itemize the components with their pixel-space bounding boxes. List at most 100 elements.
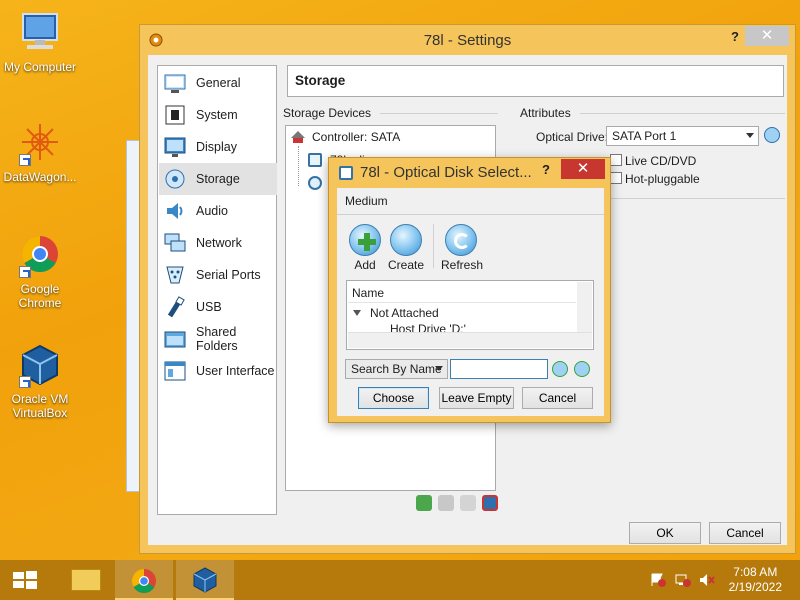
file-explorer-icon [71,569,101,591]
taskbar-chrome[interactable] [115,560,173,600]
help-button[interactable]: ? [731,29,739,44]
optical-drive-label: Optical Drive: [536,130,609,144]
action-center-flag-icon[interactable] [650,573,666,587]
start-button[interactable] [0,560,50,600]
hot-pluggable-checkbox[interactable] [610,172,622,184]
nav-item-system[interactable]: System [159,99,277,131]
nav-item-usb[interactable]: USB [159,291,277,323]
chevron-down-icon [746,133,754,138]
optical-drive-value: SATA Port 1 [612,129,677,143]
search-forward-icon[interactable] [574,361,590,377]
refresh-icon [445,224,477,256]
nav-label: System [196,108,238,122]
dialog-close-button[interactable]: ✕ [561,159,605,179]
optical-disk-selector-dialog: 78l - Optical Disk Select... ? ✕ Medium … [328,157,611,423]
nav-item-display[interactable]: Display [159,131,277,163]
create-button[interactable]: Create [387,224,425,272]
storage-icon [164,168,186,190]
optical-disk-icon [339,166,353,180]
create-label: Create [387,258,425,272]
search-input[interactable] [450,359,548,379]
controller-icon [290,130,306,144]
chrome-icon [17,232,63,278]
computer-icon [17,10,63,56]
search-backward-icon[interactable] [552,361,568,377]
horizontal-scrollbar[interactable] [348,332,592,348]
ok-button[interactable]: OK [629,522,701,544]
list-header-name[interactable]: Name [348,282,576,303]
live-cd-label: Live CD/DVD [625,154,697,168]
taskbar-virtualbox[interactable] [176,560,234,600]
shortcut-arrow-icon [19,266,31,278]
nav-item-audio[interactable]: Audio [159,195,277,227]
shortcut-arrow-icon [19,154,31,166]
nav-label: Shared Folders [196,325,238,353]
monitor-icon [164,136,186,158]
list-item-not-attached[interactable]: Not Attached [353,306,439,320]
vertical-scrollbar[interactable] [577,282,592,332]
system-clock[interactable]: 7:08 AM 2/19/2022 [729,565,782,595]
windows-logo-icon [13,571,37,589]
taskbar: 7:08 AM 2/19/2022 [0,560,800,600]
clock-date: 2/19/2022 [728,580,782,594]
network-status-icon[interactable] [675,573,691,587]
choose-disk-icon[interactable] [764,127,780,143]
row-label: Not Attached [370,306,439,320]
choose-button[interactable]: Choose [358,387,429,409]
desktop-icon-my-computer[interactable]: My Computer [0,10,80,74]
remove-attachment-icon[interactable] [482,495,498,511]
desktop-icon-label: Oracle VM VirtualBox [11,392,69,420]
add-icon [349,224,381,256]
user-interface-icon [164,360,186,382]
virtualbox-icon [192,567,218,593]
nav-label: Network [196,236,242,250]
desktop-icon-datawagon[interactable]: DataWagon... [0,120,80,184]
desktop-icon-label: Google Chrome [18,282,62,310]
desktop-icon-label: DataWagon... [3,170,77,184]
nav-item-shared-folders[interactable]: Shared Folders [159,323,277,355]
nav-label: Storage [196,172,240,186]
network-icon [164,232,186,254]
nav-item-user-interface[interactable]: User Interface [159,355,277,387]
taskbar-file-explorer[interactable] [57,560,115,600]
nav-label: USB [196,300,222,314]
dialog-help-button[interactable]: ? [542,162,550,177]
add-controller-icon[interactable] [416,495,432,511]
nav-item-network[interactable]: Network [159,227,277,259]
row-label: Host Drive 'D:' [390,322,466,332]
remove-controller-icon[interactable] [438,495,454,511]
usb-icon [164,296,186,318]
medium-list[interactable]: Name Not Attached Host Drive 'D:' [346,280,594,350]
search-mode-select[interactable]: Search By Name [345,359,448,379]
add-attachment-icon[interactable] [460,495,476,511]
virtualbox-icon [17,342,63,388]
nav-item-serial-ports[interactable]: Serial Ports [159,259,277,291]
refresh-button[interactable]: Refresh [441,224,484,272]
optical-drive-select[interactable]: SATA Port 1 [606,126,759,146]
hot-pluggable-label: Hot-pluggable [625,172,700,186]
list-item-host-drive[interactable]: Host Drive 'D:' [390,322,466,332]
desktop-icon-label: My Computer [3,60,77,74]
desktop-icon-chrome[interactable]: Google Chrome [0,232,80,310]
add-button[interactable]: Add [347,224,383,272]
leave-empty-button[interactable]: Leave Empty [439,387,514,409]
desktop-icon-virtualbox[interactable]: Oracle VM VirtualBox [0,342,80,420]
optical-disk-icon [308,176,322,190]
close-button[interactable]: ✕ [745,26,789,46]
nav-item-general[interactable]: General [159,67,277,99]
tree-controller-sata[interactable]: Controller: SATA [290,130,400,144]
cancel-button[interactable]: Cancel [709,522,781,544]
volume-muted-icon[interactable] [699,573,715,587]
settings-nav: General System Display Storage Audio Net… [157,65,277,515]
tree-line [298,146,299,186]
storage-devices-label: Storage Devices [283,106,372,120]
serial-port-icon [164,264,186,286]
title-bar[interactable]: 78l - Settings ? ✕ [140,25,795,55]
live-cd-checkbox[interactable] [610,154,622,166]
general-icon [164,72,186,94]
refresh-label: Refresh [441,258,484,272]
divider [337,214,604,215]
dialog-cancel-button[interactable]: Cancel [522,387,593,409]
tree-item-optical[interactable] [308,176,322,190]
nav-item-storage[interactable]: Storage [159,163,277,195]
